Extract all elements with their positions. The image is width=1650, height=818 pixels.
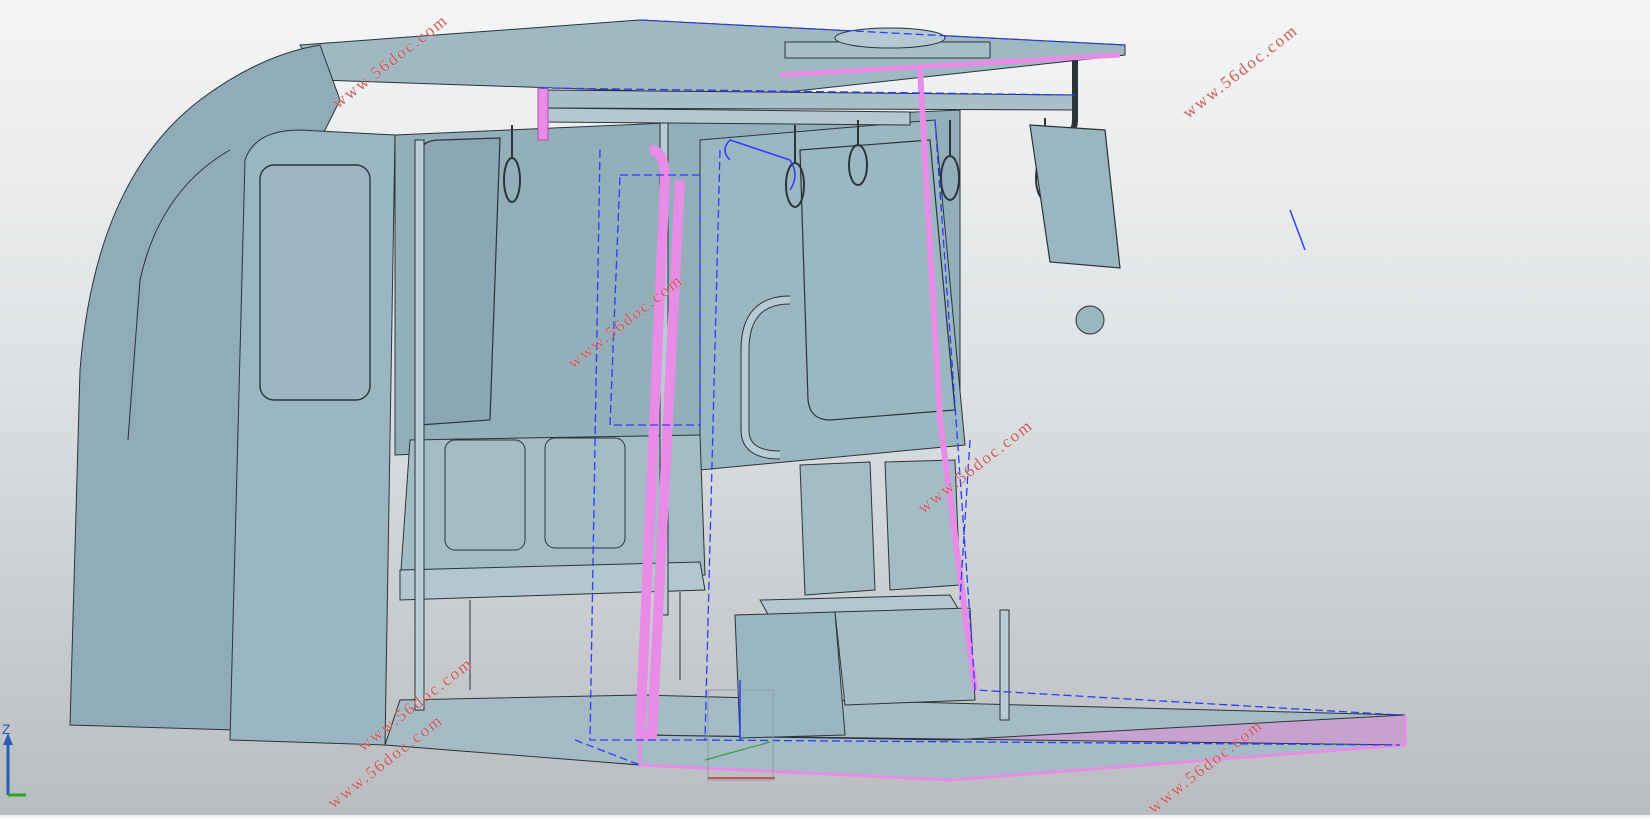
info-display-panel [1029, 124, 1121, 269]
side-window [419, 137, 501, 426]
subway-car-3d-model[interactable] [0, 0, 1650, 815]
cad-viewport[interactable]: www.56doc.com www.56doc.com www.56doc.co… [0, 0, 1650, 817]
folding-seats [759, 459, 961, 619]
axis-z-label: Z [2, 721, 11, 737]
mount-flange [1075, 305, 1105, 335]
end-window [259, 164, 371, 401]
